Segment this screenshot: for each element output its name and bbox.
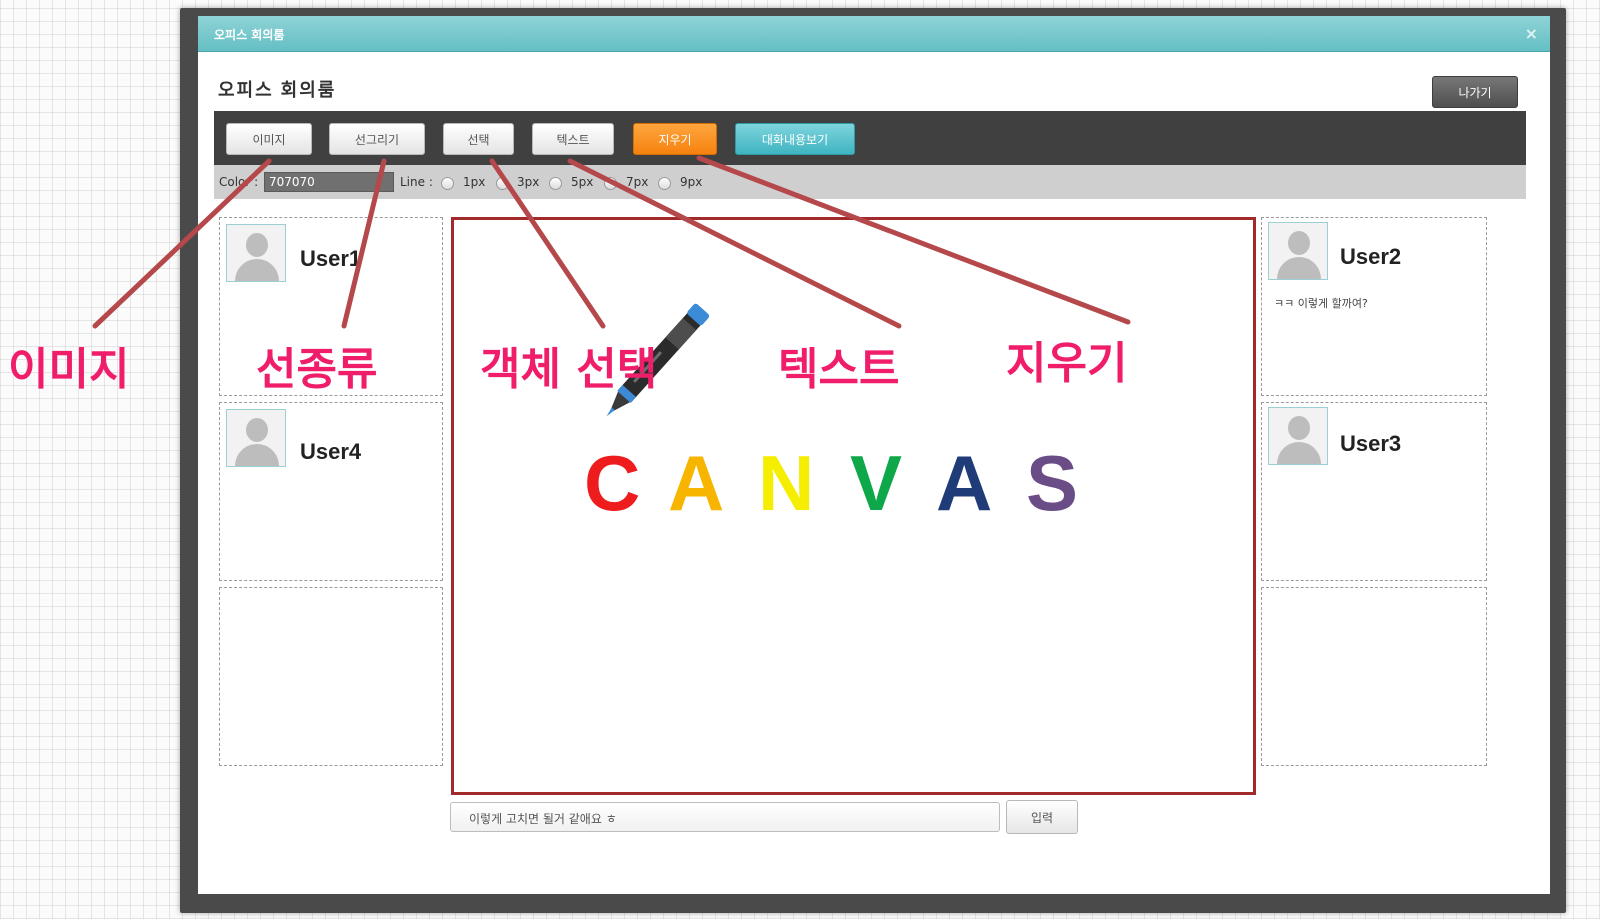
line-option-label: 9px bbox=[680, 175, 703, 189]
user-name: User3 bbox=[1340, 431, 1402, 456]
user-avatar-icon bbox=[226, 224, 286, 282]
user-avatar-icon bbox=[1268, 407, 1328, 465]
user-name: User2 bbox=[1340, 244, 1402, 269]
line-option-label: 1px bbox=[463, 175, 486, 189]
image-button[interactable]: 이미지 bbox=[226, 123, 312, 155]
user-name: User4 bbox=[300, 439, 362, 464]
line-radio-1px[interactable] bbox=[441, 177, 454, 190]
view-chat-button[interactable]: 대화내용보기 bbox=[735, 123, 855, 155]
annotation-image: 이미지 bbox=[8, 344, 130, 395]
user-name: User1 bbox=[300, 246, 362, 271]
user-avatar-icon bbox=[1268, 222, 1328, 280]
select-button[interactable]: 선택 bbox=[443, 123, 514, 155]
user-slot-empty bbox=[219, 587, 443, 766]
user-slot-empty bbox=[1261, 587, 1487, 766]
user-slot-user2: User2 ㅋㅋ 이렇게 할까여? bbox=[1261, 217, 1487, 396]
title-bar: 오피스 회의룸 × bbox=[198, 16, 1550, 52]
canvas-letter: S bbox=[1026, 439, 1079, 527]
erase-button[interactable]: 지우기 bbox=[633, 123, 717, 155]
canvas-letter: A bbox=[668, 439, 725, 527]
exit-button[interactable]: 나가기 bbox=[1432, 76, 1518, 108]
annotation-erase: 지우기 bbox=[1006, 338, 1128, 389]
line-option-label: 3px bbox=[517, 175, 540, 189]
window-title: 오피스 회의룸 bbox=[214, 28, 285, 42]
line-option-label: 7px bbox=[626, 175, 649, 189]
line-radio-7px[interactable] bbox=[604, 177, 617, 190]
annotation-line-type: 선종류 bbox=[256, 344, 378, 395]
page-title: 오피스 회의룸 bbox=[218, 80, 337, 100]
text-button[interactable]: 텍스트 bbox=[532, 123, 614, 155]
canvas-letter: C bbox=[584, 439, 641, 527]
canvas-letter: V bbox=[850, 439, 903, 527]
annotation-select: 객체 선택 bbox=[480, 344, 658, 395]
enter-button[interactable]: 입력 bbox=[1006, 800, 1078, 834]
close-icon[interactable]: × bbox=[1525, 24, 1538, 43]
line-label: Line : bbox=[400, 175, 433, 189]
line-radio-5px[interactable] bbox=[549, 177, 562, 190]
line-radio-3px[interactable] bbox=[496, 177, 509, 190]
canvas-letter: A bbox=[936, 439, 993, 527]
draw-line-button[interactable]: 선그리기 bbox=[329, 123, 425, 155]
color-label: Color : bbox=[219, 175, 259, 189]
user-message: ㅋㅋ 이렇게 할까여? bbox=[1274, 297, 1368, 310]
annotation-text: 텍스트 bbox=[778, 344, 900, 395]
user-slot-user4: User4 bbox=[219, 402, 443, 581]
color-input[interactable]: 707070 bbox=[264, 172, 394, 192]
canvas-letter: N bbox=[758, 439, 815, 527]
line-radio-9px[interactable] bbox=[658, 177, 671, 190]
user-slot-user3: User3 bbox=[1261, 402, 1487, 581]
chat-input[interactable]: 이렇게 고치면 될거 같애요 ㅎ bbox=[450, 802, 1000, 832]
user-avatar-icon bbox=[226, 409, 286, 467]
line-option-label: 5px bbox=[571, 175, 594, 189]
